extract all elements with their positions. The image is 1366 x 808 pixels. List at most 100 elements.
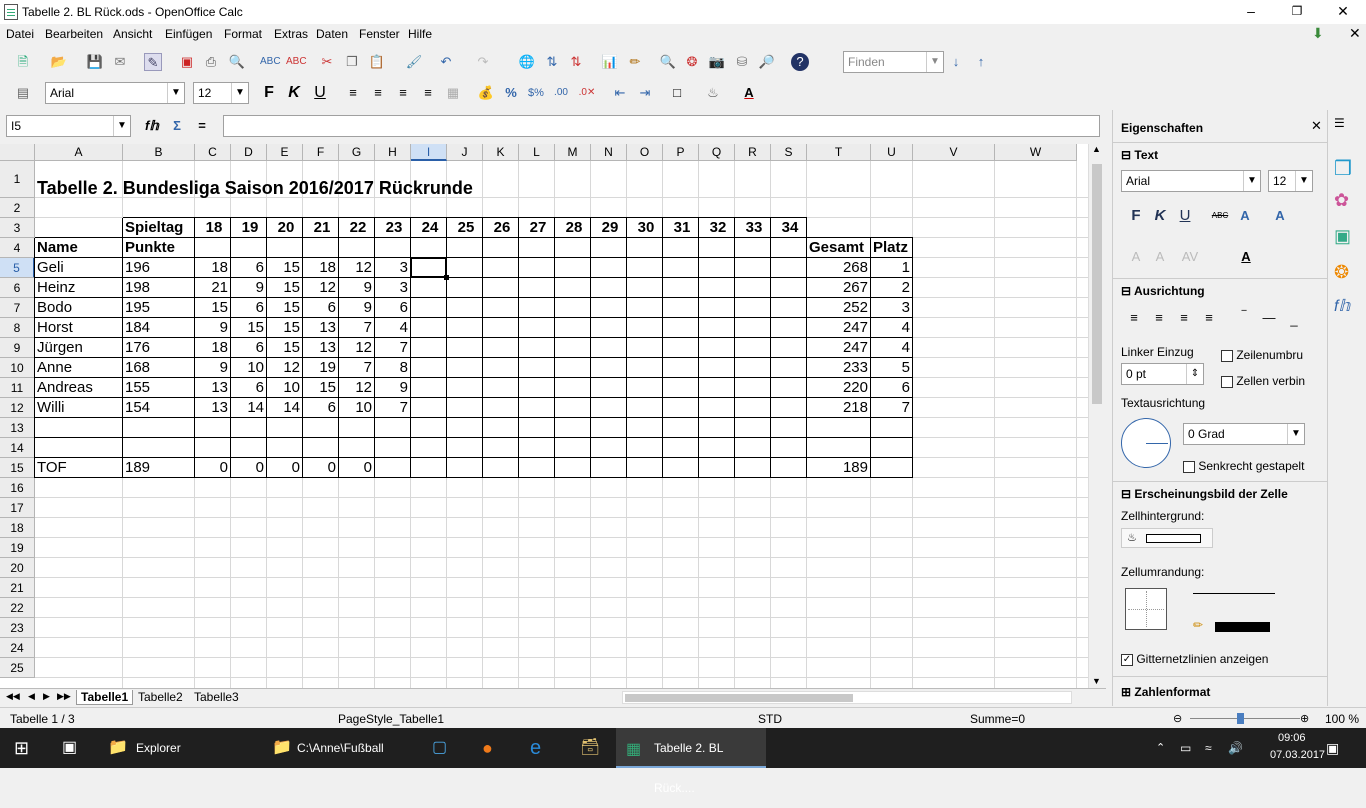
matchday-value[interactable]: 15 bbox=[269, 318, 303, 338]
matchday-value[interactable]: 0 bbox=[233, 458, 267, 478]
player-points[interactable]: 168 bbox=[125, 358, 195, 378]
next-sheet-icon[interactable]: ▶ bbox=[43, 691, 50, 702]
header-platz[interactable]: Platz bbox=[873, 238, 913, 258]
subscript-icon[interactable]: A bbox=[1151, 248, 1169, 266]
header-name[interactable]: Name bbox=[37, 238, 123, 258]
navigator-deck-icon[interactable]: ❂ bbox=[1334, 262, 1349, 283]
matchday-value[interactable]: 4 bbox=[377, 318, 411, 338]
header-punkte[interactable]: Punkte bbox=[125, 238, 195, 258]
decrease-indent-icon[interactable]: ⇤ bbox=[611, 84, 629, 102]
delete-decimal-icon[interactable]: .0✕ bbox=[578, 84, 596, 102]
column-header[interactable]: I bbox=[411, 144, 447, 161]
matchday-value[interactable]: 9 bbox=[197, 318, 231, 338]
player-points[interactable]: 155 bbox=[125, 378, 195, 398]
font-color-icon[interactable]: A bbox=[740, 84, 758, 102]
align-center-icon[interactable]: ≡ bbox=[369, 84, 387, 102]
formula-input[interactable] bbox=[223, 115, 1100, 137]
matchday-value[interactable]: 7 bbox=[377, 338, 411, 358]
close-document-icon[interactable]: ✕ bbox=[1349, 25, 1361, 42]
column-header[interactable]: P bbox=[663, 144, 699, 161]
taskbar-explorer[interactable]: Explorer bbox=[136, 728, 181, 768]
volume-icon[interactable]: 🔊 bbox=[1228, 728, 1243, 768]
matchday-value[interactable]: 14 bbox=[233, 398, 267, 418]
functions-deck-icon[interactable]: f𝕙 bbox=[1334, 296, 1350, 316]
taskbar-folder[interactable]: C:\Anne\Fußball bbox=[297, 728, 384, 768]
row-header[interactable]: 13 bbox=[0, 418, 35, 438]
add-decimal-icon[interactable]: .00 bbox=[552, 84, 570, 102]
gridlines-checkbox[interactable]: ✓ Gitternetzlinien anzeigen bbox=[1121, 652, 1268, 666]
player-name[interactable]: Geli bbox=[37, 258, 123, 278]
function-icon[interactable]: = bbox=[193, 117, 211, 135]
matchday-value[interactable]: 0 bbox=[197, 458, 231, 478]
matchday-value[interactable]: 9 bbox=[341, 278, 375, 298]
align-right-icon[interactable]: ≡ bbox=[1175, 309, 1193, 327]
align-left-icon[interactable]: ≡ bbox=[344, 84, 362, 102]
matchday-value[interactable]: 7 bbox=[341, 318, 375, 338]
row-header[interactable]: 3 bbox=[0, 218, 35, 238]
file-explorer-icon[interactable]: 🗃 bbox=[580, 728, 600, 768]
column-header[interactable]: G bbox=[339, 144, 375, 161]
sort-ascending-icon[interactable]: ⇅ bbox=[543, 53, 561, 71]
tab-tabelle1[interactable]: Tabelle1 bbox=[76, 690, 134, 705]
align-center-icon[interactable]: ≡ bbox=[1150, 309, 1168, 327]
row-header[interactable]: 6 bbox=[0, 278, 35, 298]
menu-bearbeiten[interactable]: Bearbeiten bbox=[45, 27, 103, 41]
tof-points[interactable]: 189 bbox=[125, 458, 195, 478]
gallery-deck-icon[interactable]: ▣ bbox=[1334, 226, 1351, 247]
tof-total[interactable]: 189 bbox=[809, 458, 871, 478]
italic-icon[interactable]: K bbox=[1151, 207, 1169, 225]
ie-icon[interactable]: e bbox=[530, 728, 541, 768]
column-header[interactable]: O bbox=[627, 144, 663, 161]
cut-icon[interactable]: ✂ bbox=[318, 53, 336, 71]
italic-icon[interactable]: K bbox=[285, 84, 303, 102]
open-icon[interactable]: 📂 bbox=[50, 53, 68, 71]
number-format-section-header[interactable]: ⊞ Zahlenformat bbox=[1121, 685, 1210, 699]
print-preview-icon[interactable]: 🔍 bbox=[228, 53, 246, 71]
pdf-icon[interactable]: ▣ bbox=[178, 53, 196, 71]
merge-cells-icon[interactable]: ▦ bbox=[444, 84, 462, 102]
player-total[interactable]: 233 bbox=[809, 358, 871, 378]
matchday-value[interactable]: 10 bbox=[341, 398, 375, 418]
matchday-value[interactable]: 10 bbox=[233, 358, 267, 378]
player-name[interactable]: Anne bbox=[37, 358, 123, 378]
properties-deck-icon[interactable]: ❒ bbox=[1334, 156, 1352, 181]
matchday-value[interactable]: 8 bbox=[377, 358, 411, 378]
matchday-value[interactable]: 3 bbox=[377, 258, 411, 278]
tray-chevron-icon[interactable]: ⌃ bbox=[1156, 728, 1165, 768]
tab-tabelle3[interactable]: Tabelle3 bbox=[191, 690, 242, 704]
matchday-value[interactable]: 14 bbox=[269, 398, 303, 418]
degree-input[interactable]: 0 Grad ▼ bbox=[1183, 423, 1305, 445]
matchday-value[interactable]: 6 bbox=[233, 298, 267, 318]
zoom-level[interactable]: 100 % bbox=[1325, 712, 1359, 726]
player-total[interactable]: 247 bbox=[809, 338, 871, 358]
number-format-icon[interactable]: $% bbox=[527, 84, 545, 102]
player-rank[interactable]: 2 bbox=[873, 278, 913, 298]
background-color-dropdown[interactable]: ♨ bbox=[1121, 528, 1213, 548]
draw-icon[interactable]: ✏ bbox=[626, 53, 644, 71]
print-icon[interactable]: ⎙ bbox=[202, 53, 220, 71]
header-spieltag[interactable]: Spieltag bbox=[125, 218, 195, 238]
task-view-icon[interactable]: ▣ bbox=[62, 728, 77, 768]
close-button[interactable]: ✕ bbox=[1320, 0, 1366, 24]
row-header[interactable]: 14 bbox=[0, 438, 35, 458]
matchday-value[interactable]: 6 bbox=[305, 298, 339, 318]
matchday-header[interactable]: 20 bbox=[269, 218, 303, 238]
row-header[interactable]: 23 bbox=[0, 618, 35, 638]
column-header[interactable]: M bbox=[555, 144, 591, 161]
matchday-value[interactable]: 15 bbox=[269, 278, 303, 298]
align-top-icon[interactable]: ‾ bbox=[1235, 307, 1253, 325]
justify-icon[interactable]: ≡ bbox=[1200, 309, 1218, 327]
row-header[interactable]: 18 bbox=[0, 518, 35, 538]
column-header[interactable]: K bbox=[483, 144, 519, 161]
player-points[interactable]: 184 bbox=[125, 318, 195, 338]
matchday-header[interactable]: 28 bbox=[557, 218, 591, 238]
styles-deck-icon[interactable]: ✿ bbox=[1334, 190, 1349, 211]
player-rank[interactable]: 4 bbox=[873, 338, 913, 358]
zoom-icon[interactable]: 🔎 bbox=[758, 53, 776, 71]
row-header[interactable]: 22 bbox=[0, 598, 35, 618]
matchday-value[interactable]: 19 bbox=[305, 358, 339, 378]
header-gesamt[interactable]: Gesamt bbox=[809, 238, 871, 258]
row-header[interactable]: 7 bbox=[0, 298, 35, 318]
bold-icon[interactable]: F bbox=[260, 84, 278, 102]
maximize-button[interactable]: ❐ bbox=[1274, 0, 1320, 24]
